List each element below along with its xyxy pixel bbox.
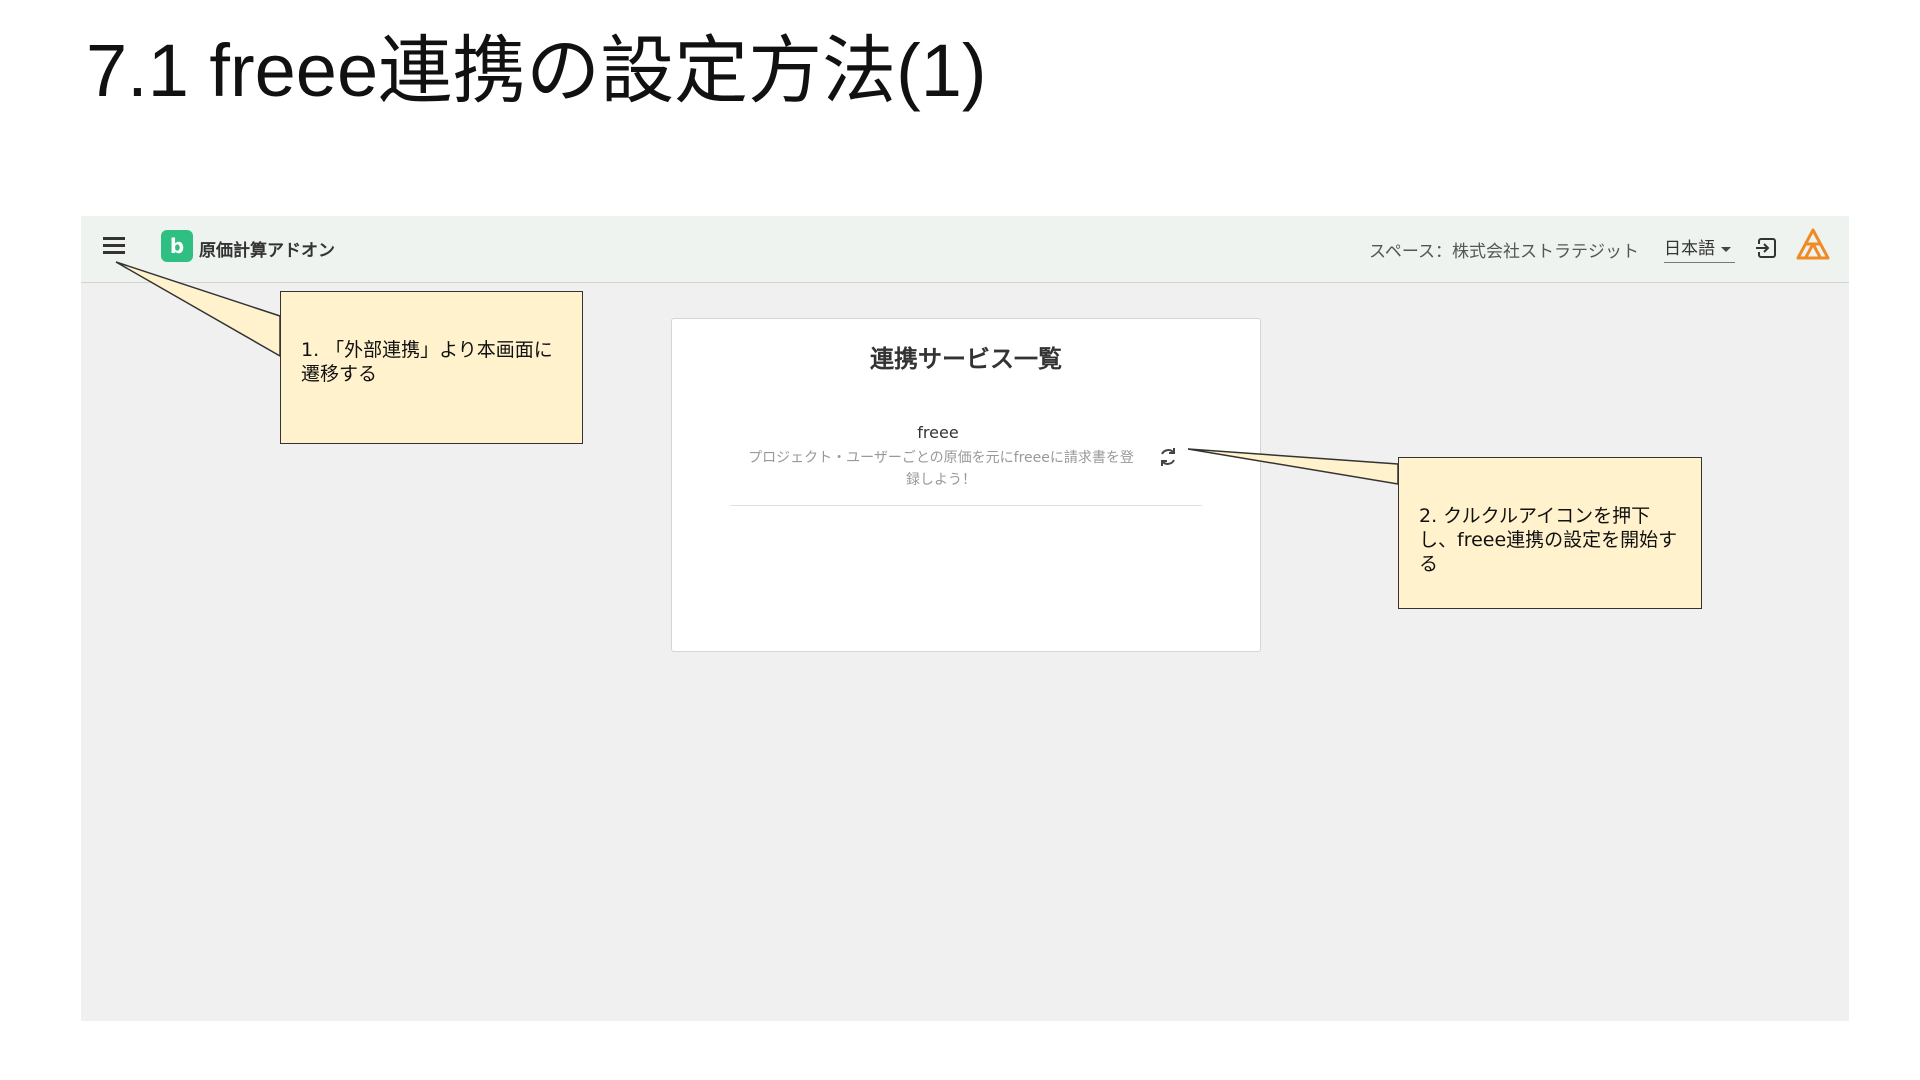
slide: 7.1 freee連携の設定方法(1) b 原価計算アドオン スペース：株式会社… [0,0,1920,1080]
language-value: 日本語 [1664,239,1715,259]
service-list-card: 連携サービス一覧 freee プロジェクト・ユーザーごとの原価を元にfreeeに… [671,318,1261,652]
brand-icon [1796,228,1830,260]
callout-text: 1. 「外部連携」より本画面に遷移する [301,339,553,385]
logout-icon[interactable] [1753,235,1779,261]
app-logo: b [161,230,193,262]
language-select[interactable]: 日本語 [1664,234,1735,263]
callout-step-2: 2. クルクルアイコンを押下し、freee連携の設定を開始する [1398,457,1702,609]
chevron-down-icon [1721,246,1731,252]
space-label: スペース：株式会社ストラテジット [1369,242,1639,262]
callout-step-1: 1. 「外部連携」より本画面に遷移する [280,291,583,444]
app-name: 原価計算アドオン [199,241,335,261]
service-name: freee [917,423,959,442]
divider [730,505,1202,506]
service-description: プロジェクト・ユーザーごとの原価を元にfreeeに請求書を登録しよう！ [748,450,1134,488]
sync-icon[interactable] [1156,445,1180,469]
app-header: b 原価計算アドオン スペース：株式会社ストラテジット 日本語 [81,216,1849,283]
slide-title: 7.1 freee連携の設定方法(1) [86,29,987,112]
card-title: 連携サービス一覧 [870,345,1062,373]
menu-icon[interactable] [103,237,125,255]
callout-text: 2. クルクルアイコンを押下し、freee連携の設定を開始する [1419,505,1678,575]
